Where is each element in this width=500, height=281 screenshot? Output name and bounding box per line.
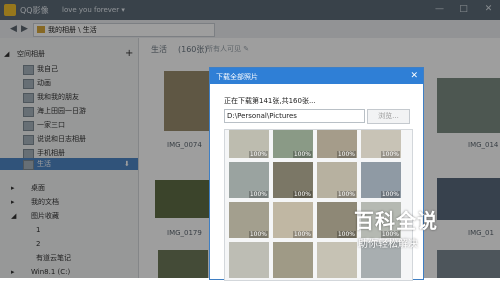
save-path-input[interactable]: D:\Personal\Pictures <box>224 109 365 123</box>
download-thumbnail: 100% <box>229 202 269 238</box>
dialog-header: 下载全部照片 ✕ <box>210 68 423 84</box>
download-thumbnail: 100% <box>229 130 269 158</box>
close-icon[interactable]: ✕ <box>410 70 418 82</box>
download-thumbnail: 100% <box>317 130 357 158</box>
download-thumbnail: 100% <box>317 162 357 198</box>
dialog-title: 下载全部照片 <box>216 73 258 81</box>
download-thumbnail: 100% <box>273 130 313 158</box>
browse-button[interactable]: 浏览... <box>367 109 410 124</box>
download-thumbnail <box>229 242 269 278</box>
download-thumbnail: 100% <box>229 162 269 198</box>
watermark: 百科全说 助你轻松解决 <box>348 203 470 255</box>
download-progress-text: 正在下载第141张,共160张... <box>224 97 316 105</box>
watermark-logo-text: 百科全说 <box>354 209 438 233</box>
download-thumbnail: 100% <box>273 162 313 198</box>
download-thumbnail: 100% <box>361 130 401 158</box>
download-thumbnail: 100% <box>273 202 313 238</box>
download-thumbnail <box>273 242 313 278</box>
watermark-slogan: 助你轻松解决 <box>358 239 418 250</box>
download-thumbnail: 100% <box>361 162 401 198</box>
